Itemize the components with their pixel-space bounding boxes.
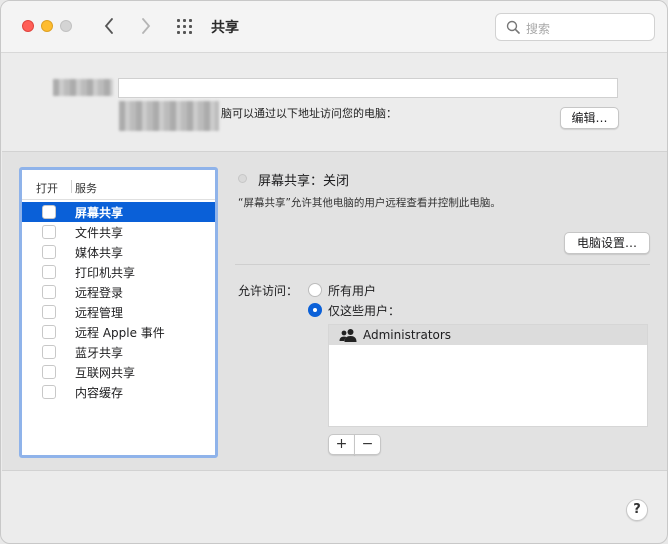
close-button[interactable] <box>22 20 34 32</box>
allow-access-label: 允许访问： <box>238 284 299 298</box>
computer-settings-button[interactable]: 电脑设置… <box>564 232 650 254</box>
service-checkbox[interactable] <box>42 365 56 379</box>
add-user-button[interactable]: + <box>328 434 355 455</box>
back-button[interactable] <box>97 13 121 39</box>
computer-name-field[interactable] <box>118 78 618 98</box>
minimize-button[interactable] <box>41 20 53 32</box>
radio-only-these-users[interactable] <box>308 303 322 317</box>
service-label: 内容缓存 <box>75 386 124 400</box>
service-row-remote-login[interactable]: 远程登录 <box>22 282 215 302</box>
service-label: 蓝牙共享 <box>75 346 124 360</box>
help-button[interactable]: ? <box>626 499 648 521</box>
column-header-service[interactable]: 服务 <box>75 180 97 196</box>
sharing-window: 共享 搜索 脑可以通过以下地址访问您的电脑： 编辑… 打开 服务 屏幕共享 文件… <box>0 0 668 544</box>
status-indicator-icon <box>238 174 247 183</box>
service-row-printer-sharing[interactable]: 打印机共享 <box>22 262 215 282</box>
radio-all-users[interactable] <box>308 283 322 297</box>
forward-button[interactable] <box>134 13 158 39</box>
service-label: 文件共享 <box>75 226 124 240</box>
service-label: 互联网共享 <box>75 366 136 380</box>
radio-all-users-label[interactable]: 所有用户 <box>328 282 376 299</box>
service-row-bluetooth-sharing[interactable]: 蓝牙共享 <box>22 342 215 362</box>
service-row-internet-sharing[interactable]: 互联网共享 <box>22 362 215 382</box>
remove-user-button[interactable]: − <box>354 434 381 455</box>
edit-button[interactable]: 编辑… <box>560 107 619 129</box>
service-label: 屏幕共享 <box>75 206 124 220</box>
radio-only-these-users-label[interactable]: 仅这些用户： <box>328 302 400 319</box>
show-all-grid-icon[interactable] <box>177 19 195 35</box>
divider <box>235 264 650 265</box>
chevron-left-icon <box>104 18 113 34</box>
zoom-button[interactable] <box>60 20 72 32</box>
list-item[interactable]: Administrators <box>329 325 647 345</box>
computer-name-label-redacted <box>53 79 113 96</box>
column-separator <box>71 180 72 193</box>
service-row-file-sharing[interactable]: 文件共享 <box>22 222 215 242</box>
service-description: “屏幕共享”允许其他电脑的用户远程查看并控制此电脑。 <box>238 197 501 209</box>
service-checkbox[interactable] <box>42 345 56 359</box>
service-checkbox[interactable] <box>42 285 56 299</box>
service-row-content-caching[interactable]: 内容缓存 <box>22 382 215 402</box>
group-icon <box>339 329 357 342</box>
service-row-remote-management[interactable]: 远程管理 <box>22 302 215 322</box>
service-label: 打印机共享 <box>75 266 136 280</box>
service-row-media-sharing[interactable]: 媒体共享 <box>22 242 215 262</box>
search-icon <box>506 20 520 34</box>
service-label: 远程登录 <box>75 286 124 300</box>
window-title: 共享 <box>211 20 239 36</box>
column-header-open[interactable]: 打开 <box>36 180 58 196</box>
search-field[interactable]: 搜索 <box>495 13 655 41</box>
service-label: 媒体共享 <box>75 246 124 260</box>
allowed-users-list: Administrators <box>328 324 648 427</box>
service-checkbox[interactable] <box>42 225 56 239</box>
service-list-header: 打开 服务 <box>22 170 215 200</box>
chevron-right-icon <box>142 18 151 34</box>
title-bar: 共享 搜索 <box>1 1 667 53</box>
search-placeholder: 搜索 <box>526 22 551 36</box>
service-label: 远程 Apple 事件 <box>75 326 165 340</box>
computer-address-redacted <box>119 101 219 131</box>
service-checkbox[interactable] <box>42 205 56 219</box>
service-checkbox[interactable] <box>42 385 56 399</box>
user-name: Administrators <box>363 328 452 342</box>
service-checkbox[interactable] <box>42 265 56 279</box>
service-row-screen-sharing[interactable]: 屏幕共享 <box>22 202 215 222</box>
address-description: 脑可以通过以下地址访问您的电脑： <box>221 107 397 120</box>
service-list: 打开 服务 屏幕共享 文件共享 媒体共享 打印机共享 远程登录 远程管理 远程 … <box>19 167 218 458</box>
service-checkbox[interactable] <box>42 305 56 319</box>
service-checkbox[interactable] <box>42 325 56 339</box>
service-row-remote-apple-events[interactable]: 远程 Apple 事件 <box>22 322 215 342</box>
service-label: 远程管理 <box>75 306 124 320</box>
service-checkbox[interactable] <box>42 245 56 259</box>
service-status: 屏幕共享：关闭 <box>258 174 350 189</box>
